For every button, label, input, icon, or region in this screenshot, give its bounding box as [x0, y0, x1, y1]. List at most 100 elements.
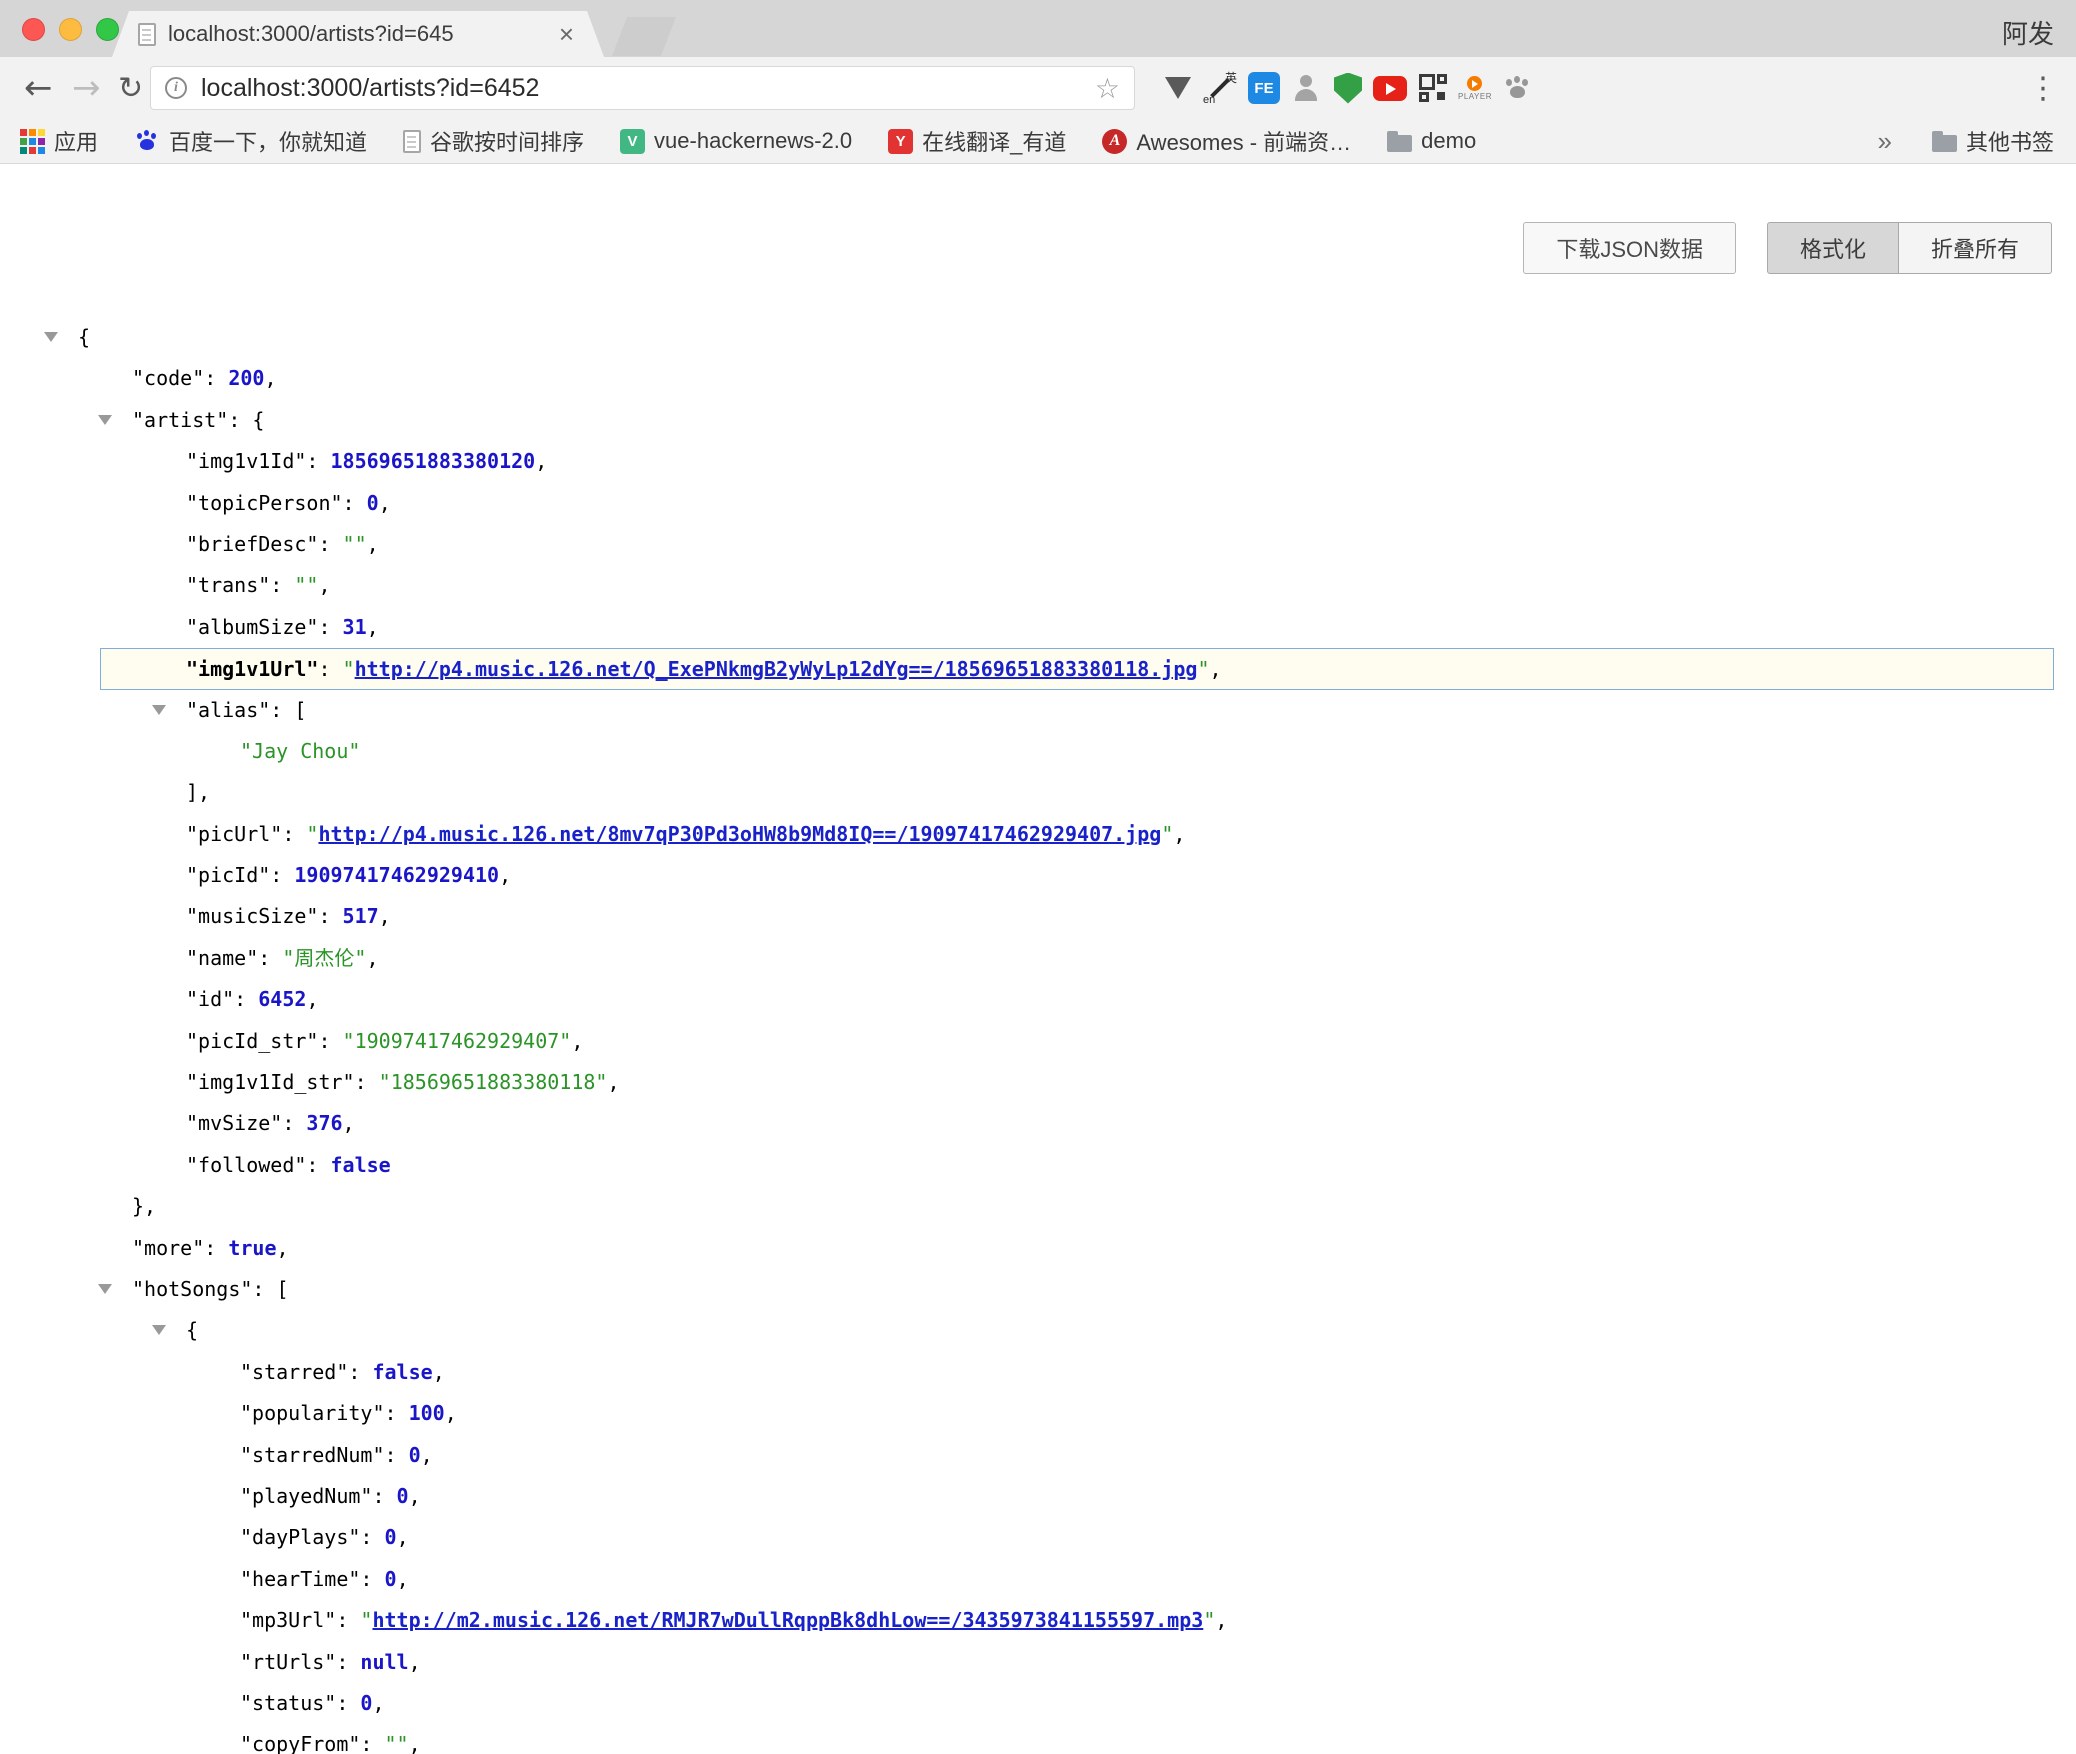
json-key: "name" — [186, 946, 258, 970]
back-button[interactable]: ← — [24, 57, 53, 119]
browser-window: localhost:3000/artists?id=645 × 阿发 ← → ↻… — [0, 0, 2076, 1754]
bookmark-awesomes[interactable]: A Awesomes - 前端资… — [1102, 125, 1351, 157]
json-line: "picUrl": "http://p4.music.126.net/8mv7q… — [0, 814, 2076, 855]
json-key: "musicSize" — [186, 904, 318, 928]
json-colon: : — [372, 1484, 396, 1508]
bookmark-label: 在线翻译_有道 — [922, 125, 1066, 157]
json-num-value: 517 — [343, 904, 379, 928]
youtube-extension-icon[interactable] — [1372, 70, 1408, 106]
json-comma: , — [607, 1070, 619, 1094]
json-comma: , — [409, 1484, 421, 1508]
json-quote: " — [1203, 1608, 1215, 1632]
tab-close-icon[interactable]: × — [559, 21, 574, 47]
page-icon — [403, 130, 421, 153]
reload-button[interactable]: ↻ — [118, 57, 143, 119]
minimize-window-button[interactable] — [59, 18, 82, 41]
json-quote: " — [1197, 657, 1209, 681]
collapse-arrow-icon[interactable] — [98, 1284, 112, 1294]
new-tab-button[interactable] — [612, 17, 676, 56]
download-json-button[interactable]: 下载JSON数据 — [1523, 222, 1736, 274]
zoom-window-button[interactable] — [96, 18, 119, 41]
json-colon: : — [343, 491, 367, 515]
json-comma: , — [366, 946, 378, 970]
json-line: "trans": "", — [0, 565, 2076, 606]
json-comma: , — [306, 987, 318, 1011]
youdao-translate-icon[interactable]: 英 en — [1202, 70, 1238, 106]
json-key: "hotSongs" — [132, 1277, 252, 1301]
json-line: "Jay Chou" — [0, 731, 2076, 772]
json-bool-value: false — [331, 1153, 391, 1177]
json-bool-value: true — [228, 1236, 276, 1260]
json-num-value: 0 — [385, 1525, 397, 1549]
v-extension-icon[interactable] — [1160, 70, 1196, 106]
collapse-arrow-icon[interactable] — [152, 705, 166, 715]
json-line: "alias": [ — [0, 690, 2076, 731]
json-url-link[interactable]: http://p4.music.126.net/Q_ExePNkmgB2yWyL… — [355, 657, 1198, 681]
collapse-arrow-icon[interactable] — [44, 332, 58, 342]
json-url-link[interactable]: http://m2.music.126.net/RMJR7wDullRqppBk… — [372, 1608, 1203, 1632]
json-line: }, — [0, 1186, 2076, 1227]
json-key: "status" — [240, 1691, 336, 1715]
bookmark-google-sort[interactable]: 谷歌按时间排序 — [403, 125, 584, 157]
other-bookmarks-label: 其他书签 — [1966, 125, 2054, 157]
json-key: "alias" — [186, 698, 270, 722]
navigation-toolbar: ← → ↻ i localhost:3000/artists?id=6452 ☆… — [0, 57, 2076, 119]
json-key: "starred" — [240, 1360, 348, 1384]
json-line: "artist": { — [0, 400, 2076, 441]
folder-icon — [1932, 135, 1957, 152]
bookmarks-overflow-icon[interactable]: » — [1878, 126, 1892, 157]
json-num-value: 0 — [409, 1443, 421, 1467]
url-text[interactable]: localhost:3000/artists?id=6452 — [201, 74, 539, 103]
chrome-menu-icon[interactable]: ⋮ — [2028, 57, 2058, 119]
bookmark-label: 百度一下，你就知道 — [169, 125, 367, 157]
bookmark-apps[interactable]: 应用 — [20, 125, 98, 157]
fehelper-extension-icon[interactable]: FE — [1246, 70, 1282, 106]
json-key: "mvSize" — [186, 1111, 282, 1135]
bookmark-baidu[interactable]: 百度一下，你就知道 — [134, 125, 367, 157]
bookmark-label: Awesomes - 前端资… — [1136, 125, 1351, 157]
close-window-button[interactable] — [22, 18, 45, 41]
json-num-value: 6452 — [258, 987, 306, 1011]
player-extension-icon[interactable]: PLAYER — [1457, 70, 1493, 106]
collapse-arrow-icon[interactable] — [152, 1325, 166, 1335]
json-line: "img1v1Url": "http://p4.music.126.net/Q_… — [100, 648, 2054, 689]
json-num-value: 18569651883380120 — [331, 449, 536, 473]
json-key: "id" — [186, 987, 234, 1011]
json-key: "followed" — [186, 1153, 306, 1177]
json-comma: , — [367, 532, 379, 556]
bookmark-demo[interactable]: demo — [1387, 128, 1476, 154]
green-shield-extension-icon[interactable] — [1330, 70, 1366, 106]
json-line: "picId_str": "19097417462929407", — [0, 1021, 2076, 1062]
tab-title: localhost:3000/artists?id=645 — [168, 21, 454, 47]
profile-name[interactable]: 阿发 — [2002, 14, 2054, 51]
v-triangle-icon — [1165, 77, 1191, 99]
collapse-arrow-icon[interactable] — [98, 415, 112, 425]
bookmark-label: 谷歌按时间排序 — [430, 125, 584, 157]
json-colon: : — [204, 1236, 228, 1260]
browser-tab[interactable]: localhost:3000/artists?id=645 × — [112, 11, 604, 57]
json-bracket: [ — [294, 698, 306, 722]
bookmark-star-icon[interactable]: ☆ — [1095, 72, 1120, 105]
other-bookmarks[interactable]: 其他书签 — [1932, 125, 2054, 157]
bookmark-youdao-translate[interactable]: Y 在线翻译_有道 — [888, 125, 1066, 157]
bookmark-label: demo — [1421, 128, 1476, 154]
json-line: "topicPerson": 0, — [0, 483, 2076, 524]
format-button[interactable]: 格式化 — [1767, 222, 1899, 274]
youdao-cn-label: 英 — [1225, 69, 1237, 86]
json-colon: : — [348, 1360, 372, 1384]
address-bar[interactable]: i localhost:3000/artists?id=6452 ☆ — [150, 66, 1135, 110]
json-quote: " — [306, 822, 318, 846]
paw-extension-icon[interactable] — [1499, 70, 1535, 106]
json-bracket: [ — [277, 1277, 289, 1301]
json-comma: , — [318, 573, 330, 597]
format-toggle: 格式化 折叠所有 — [1767, 222, 2052, 274]
qrcode-extension-icon[interactable] — [1415, 70, 1451, 106]
site-info-icon[interactable]: i — [165, 77, 187, 99]
json-quote: " — [343, 657, 355, 681]
json-line: "status": 0, — [0, 1683, 2076, 1724]
json-url-link[interactable]: http://p4.music.126.net/8mv7qP30Pd3oHW8b… — [318, 822, 1161, 846]
bookmark-vue-hackernews[interactable]: V vue-hackernews-2.0 — [620, 128, 852, 154]
json-comma: , — [1210, 657, 1222, 681]
collapse-all-button[interactable]: 折叠所有 — [1899, 222, 2052, 274]
profile-person-icon[interactable] — [1288, 70, 1324, 106]
